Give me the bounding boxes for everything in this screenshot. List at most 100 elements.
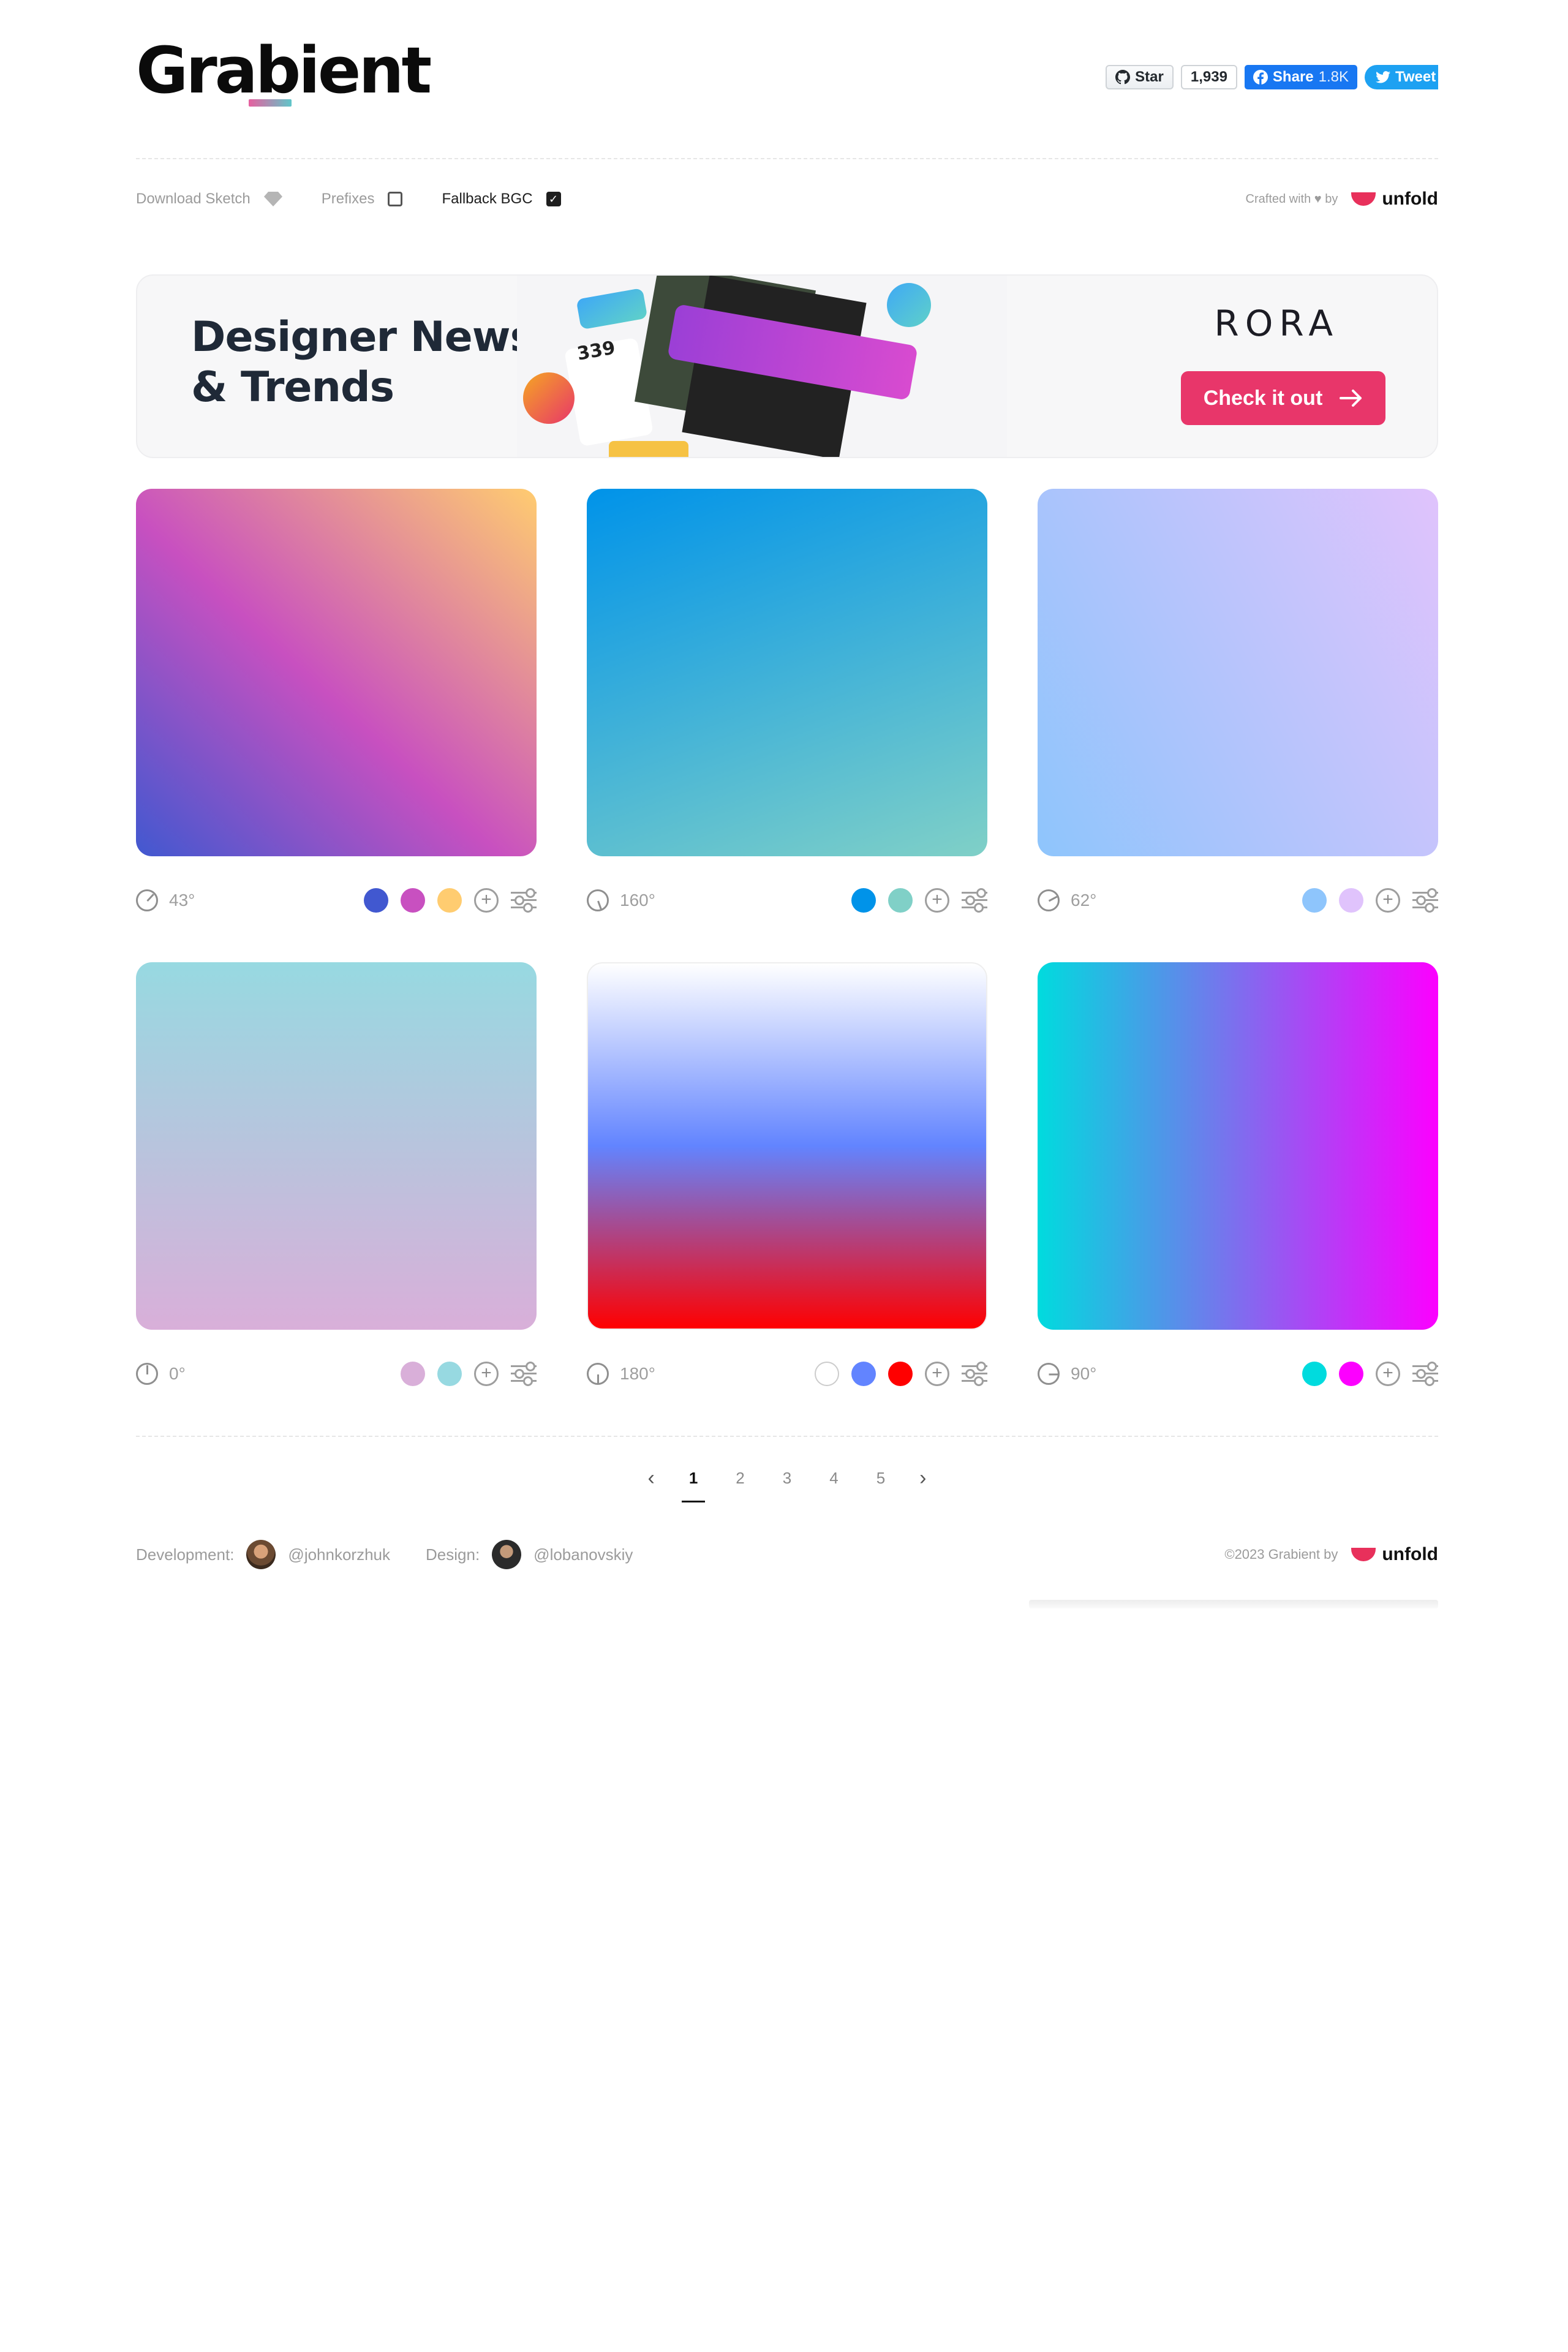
sliders-icon[interactable] bbox=[962, 888, 987, 913]
add-color-icon[interactable]: + bbox=[925, 1362, 949, 1386]
unfold-logo[interactable]: unfold bbox=[1351, 189, 1438, 209]
fallback-bgc-label: Fallback BGC bbox=[442, 190, 533, 207]
page-link[interactable]: 1 bbox=[681, 1466, 706, 1502]
download-sketch-label: Download Sketch bbox=[136, 190, 251, 207]
angle-control[interactable]: 0° bbox=[136, 1363, 186, 1385]
angle-dial-icon bbox=[587, 1363, 609, 1385]
angle-label: 90° bbox=[1071, 1364, 1097, 1383]
angle-control[interactable]: 90° bbox=[1038, 1363, 1096, 1385]
color-swatch[interactable] bbox=[437, 888, 462, 913]
download-sketch-option[interactable]: Download Sketch bbox=[136, 190, 282, 208]
crafted-by: Crafted with ♥ by unfold bbox=[1246, 189, 1438, 209]
angle-label: 62° bbox=[1071, 891, 1097, 910]
check-it-out-button[interactable]: Check it out bbox=[1181, 371, 1385, 425]
angle-dial-icon bbox=[136, 889, 158, 911]
angle-control[interactable]: 160° bbox=[587, 889, 655, 911]
color-swatch[interactable] bbox=[851, 888, 876, 913]
gradient-card[interactable] bbox=[1038, 962, 1438, 1330]
prefixes-label: Prefixes bbox=[321, 190, 375, 207]
social-buttons: Star 1,939 Share 1.8K Tweet bbox=[1106, 65, 1438, 89]
add-color-icon[interactable]: + bbox=[474, 888, 499, 913]
facebook-icon bbox=[1253, 70, 1268, 85]
sliders-icon[interactable] bbox=[1412, 1362, 1438, 1386]
prefixes-option[interactable]: Prefixes bbox=[322, 190, 403, 208]
footer-shadow-strip bbox=[1029, 1600, 1438, 1608]
angle-label: 43° bbox=[169, 891, 195, 910]
github-star-button[interactable]: Star bbox=[1106, 65, 1174, 89]
design-label: Design: bbox=[426, 1545, 480, 1564]
angle-label: 160° bbox=[620, 891, 655, 910]
color-swatch[interactable] bbox=[1339, 1362, 1363, 1386]
fallback-bgc-option[interactable]: Fallback BGC ✓ bbox=[442, 190, 561, 208]
unfold-mark-icon bbox=[1351, 192, 1376, 206]
angle-control[interactable]: 180° bbox=[587, 1363, 655, 1385]
angle-control[interactable]: 43° bbox=[136, 889, 195, 911]
color-swatches: + bbox=[1302, 1362, 1438, 1386]
design-handle[interactable]: @lobanovskiy bbox=[533, 1545, 633, 1564]
grabient-logo[interactable]: Grabient bbox=[136, 37, 432, 110]
github-icon bbox=[1115, 70, 1131, 85]
color-swatch[interactable] bbox=[888, 888, 913, 913]
color-swatch[interactable] bbox=[437, 1362, 462, 1386]
add-color-icon[interactable]: + bbox=[474, 1362, 499, 1386]
angle-label: 0° bbox=[169, 1364, 186, 1383]
add-color-icon[interactable]: + bbox=[1376, 1362, 1400, 1386]
color-swatch[interactable] bbox=[1339, 888, 1363, 913]
gradient-meta: 180° + bbox=[587, 1359, 987, 1389]
tweet-label: Tweet bbox=[1395, 69, 1436, 85]
page-link[interactable]: 3 bbox=[779, 1466, 795, 1490]
gradient-card[interactable] bbox=[1038, 489, 1438, 856]
color-swatch[interactable] bbox=[364, 888, 388, 913]
color-swatch[interactable] bbox=[851, 1362, 876, 1386]
color-swatches: + bbox=[364, 888, 537, 913]
copyright-text: ©2023 Grabient by bbox=[1224, 1547, 1338, 1562]
facebook-share-button[interactable]: Share 1.8K bbox=[1244, 65, 1357, 89]
sliders-icon[interactable] bbox=[962, 1362, 987, 1386]
logo-gradient-bar bbox=[249, 99, 292, 107]
copyright: ©2023 Grabient by unfold bbox=[1224, 1544, 1438, 1565]
gradient-card[interactable] bbox=[136, 962, 537, 1330]
sliders-icon[interactable] bbox=[511, 1362, 537, 1386]
gradient-card[interactable] bbox=[587, 962, 987, 1330]
color-swatch[interactable] bbox=[888, 1362, 913, 1386]
gradient-meta: 62° + bbox=[1038, 886, 1438, 915]
sliders-icon[interactable] bbox=[1412, 888, 1438, 913]
color-swatch[interactable] bbox=[1302, 888, 1327, 913]
banner-title-line2: & Trends bbox=[191, 363, 394, 412]
header-divider bbox=[136, 158, 1438, 159]
ad-banner[interactable]: Designer News & Trends 339 RORA Check it… bbox=[136, 274, 1438, 458]
unfold-footer-logo[interactable]: unfold bbox=[1351, 1544, 1438, 1565]
dev-handle[interactable]: @johnkorzhuk bbox=[288, 1545, 390, 1564]
gradient-meta: 90° + bbox=[1038, 1359, 1438, 1389]
twitter-icon bbox=[1376, 71, 1390, 83]
dev-label: Development: bbox=[136, 1545, 235, 1564]
gradient-card[interactable] bbox=[587, 489, 987, 856]
add-color-icon[interactable]: + bbox=[925, 888, 949, 913]
page-link[interactable]: 5 bbox=[873, 1466, 889, 1490]
angle-dial-icon bbox=[136, 1363, 158, 1385]
add-color-icon[interactable]: + bbox=[1376, 888, 1400, 913]
gradient-card[interactable] bbox=[136, 489, 537, 856]
sliders-icon[interactable] bbox=[511, 888, 537, 913]
page-link[interactable]: 2 bbox=[732, 1466, 748, 1490]
prev-page-icon[interactable]: ‹ bbox=[648, 1466, 655, 1490]
color-swatch[interactable] bbox=[1302, 1362, 1327, 1386]
crafted-by-label: Crafted with ♥ by bbox=[1245, 192, 1338, 206]
github-star-count[interactable]: 1,939 bbox=[1180, 65, 1237, 89]
banner-title: Designer News & Trends bbox=[191, 312, 535, 413]
fallback-bgc-checkbox[interactable]: ✓ bbox=[546, 192, 561, 206]
color-swatch[interactable] bbox=[401, 1362, 425, 1386]
grid-divider bbox=[136, 1436, 1438, 1437]
unfold-brand: unfold bbox=[1382, 189, 1438, 209]
page-link[interactable]: 4 bbox=[826, 1466, 842, 1490]
facebook-share-count: 1.8K bbox=[1318, 69, 1349, 85]
gradient-meta: 43° + bbox=[136, 886, 537, 915]
tweet-button[interactable]: Tweet bbox=[1365, 65, 1438, 89]
color-swatch[interactable] bbox=[815, 1362, 839, 1386]
facebook-share-label: Share bbox=[1272, 69, 1314, 85]
design-credit: Design: @lobanovskiy bbox=[426, 1540, 633, 1569]
prefixes-checkbox[interactable] bbox=[388, 192, 403, 206]
next-page-icon[interactable]: › bbox=[919, 1466, 926, 1490]
color-swatch[interactable] bbox=[401, 888, 425, 913]
angle-control[interactable]: 62° bbox=[1038, 889, 1096, 911]
